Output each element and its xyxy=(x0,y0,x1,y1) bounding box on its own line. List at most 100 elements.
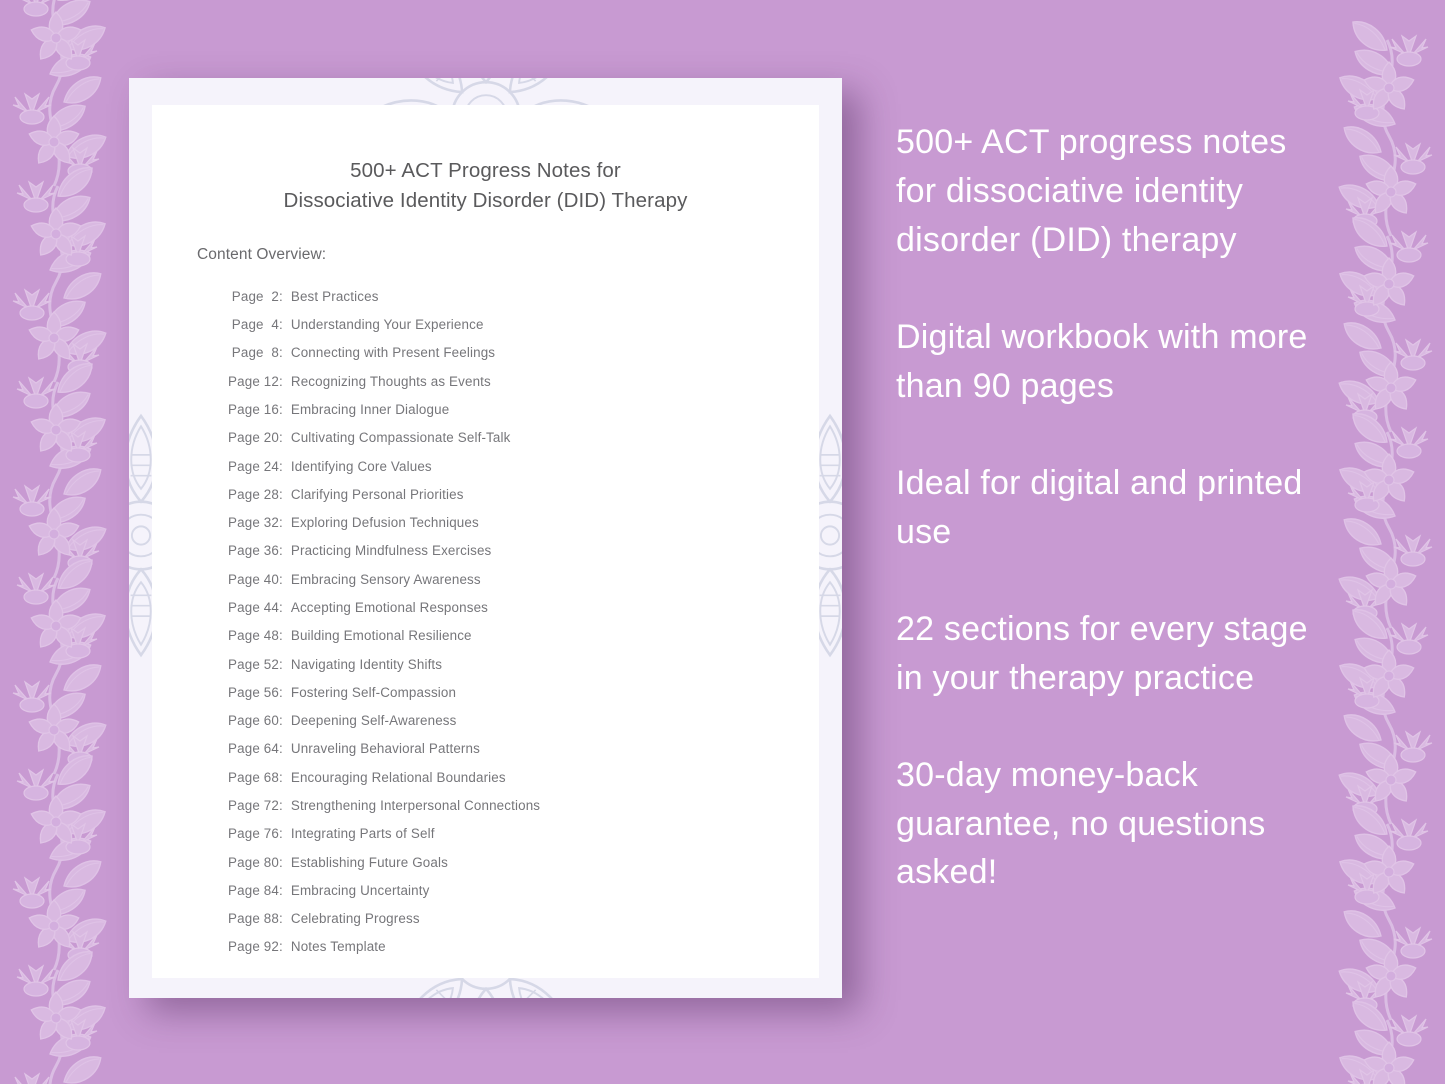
toc-entry-title: Establishing Future Goals xyxy=(290,854,448,870)
toc-entry-page: Page 60 xyxy=(228,713,279,729)
toc-entry: Page 92: Notes Template xyxy=(221,933,819,961)
toc-entry-page: Page 36 xyxy=(228,543,279,559)
toc-entry-page: Page 44 xyxy=(228,599,279,615)
toc-entry: Page 44: Accepting Emotional Responses xyxy=(221,594,819,622)
toc-entry: Page 36: Practicing Mindfulness Exercises xyxy=(221,537,819,565)
content-overview-label: Content Overview: xyxy=(197,246,327,264)
toc-entry-title: Accepting Emotional Responses xyxy=(290,599,489,615)
toc-entry-page: Page 52 xyxy=(228,656,279,672)
toc-entry-page: Page 80 xyxy=(228,854,279,870)
marketing-feature: 22 sections for every stage in your ther… xyxy=(896,609,1308,697)
toc-entry-page: Page 24 xyxy=(228,458,279,474)
toc-entry-title: Embracing Sensory Awareness xyxy=(290,571,481,587)
toc-entry-separator: : xyxy=(279,373,283,389)
toc-entry-page: Page 88 xyxy=(228,911,279,927)
floral-vine-icon xyxy=(1327,0,1445,1084)
toc-entry: Page 24: Identifying Core Values xyxy=(221,452,819,480)
page-title: 500+ ACT Progress Notes for Dissociative… xyxy=(152,105,819,215)
toc-entry-title: Strengthening Interpersonal Connections xyxy=(290,797,541,813)
toc-entry-separator: : xyxy=(279,854,283,870)
toc-entry-page: Page 4 xyxy=(231,317,279,333)
toc-entry-separator: : xyxy=(279,458,283,474)
toc-entry-separator: : xyxy=(279,939,283,955)
toc-entry: Page 52: Navigating Identity Shifts xyxy=(221,650,819,678)
toc-entry: Page 40: Embracing Sensory Awareness xyxy=(221,565,819,593)
toc-entry-page: Page 64 xyxy=(228,741,279,757)
toc-entry: Page 64: Unraveling Behavioral Patterns xyxy=(221,735,819,763)
table-of-contents: Page 2: Best Practices Page 4: Understandin… xyxy=(152,264,819,961)
toc-entry-title: Best Practices xyxy=(290,288,379,304)
toc-entry-page: Page 48 xyxy=(228,628,279,644)
toc-entry: Page 88: Celebrating Progress xyxy=(221,905,819,933)
toc-entry-page: Page 2 xyxy=(231,288,279,304)
toc-entry-title: Clarifying Personal Priorities xyxy=(290,486,464,502)
marketing-feature-list: 500+ ACT progress notes for dissociative… xyxy=(896,118,1320,897)
toc-entry-title: Unraveling Behavioral Patterns xyxy=(290,741,480,757)
toc-entry-title: Notes Template xyxy=(290,939,386,955)
toc-entry-separator: : xyxy=(279,543,283,559)
toc-entry-page: Page 84 xyxy=(228,882,279,898)
toc-entry-separator: : xyxy=(279,882,283,898)
toc-entry-page: Page 92 xyxy=(228,939,279,955)
toc-entry-separator: : xyxy=(279,911,283,927)
toc-entry-page: Page 68 xyxy=(228,769,279,785)
toc-entry-separator: : xyxy=(279,826,283,842)
toc-entry-page: Page 40 xyxy=(228,571,279,587)
toc-entry: Page 16: Embracing Inner Dialogue xyxy=(221,396,819,424)
toc-entry-title: Cultivating Compassionate Self-Talk xyxy=(290,430,511,446)
toc-entry-title: Navigating Identity Shifts xyxy=(290,656,443,672)
toc-entry-separator: : xyxy=(279,797,283,813)
toc-entry-title: Fostering Self-Compassion xyxy=(290,684,457,700)
toc-entry-separator: : xyxy=(279,402,283,417)
toc-entry-separator: : xyxy=(279,713,283,729)
toc-entry-separator: : xyxy=(279,317,283,333)
toc-entry-title: Deepening Self-Awareness xyxy=(290,713,457,729)
toc-entry-title: Building Emotional Resilience xyxy=(290,628,472,644)
toc-entry-page: Page 76 xyxy=(228,826,279,842)
toc-entry-separator: : xyxy=(279,741,283,757)
floral-border-left xyxy=(0,0,118,1084)
toc-entry-title: Understanding Your Experience xyxy=(290,317,484,333)
toc-entry-title: Embracing Inner Dialogue xyxy=(290,402,450,417)
marketing-feature: 500+ ACT progress notes for dissociative… xyxy=(896,123,1287,259)
toc-entry: Page 56: Fostering Self-Compassion xyxy=(221,678,819,706)
document-preview-card: 500+ ACT Progress Notes for Dissociative… xyxy=(129,78,842,998)
toc-entry-title: Connecting with Present Feelings xyxy=(290,345,496,361)
toc-entry: Page 8: Connecting with Present Feelings xyxy=(221,339,819,367)
floral-vine-icon xyxy=(0,0,118,1084)
toc-entry-title: Practicing Mindfulness Exercises xyxy=(290,543,492,559)
toc-entry: Page 4: Understanding Your Experience xyxy=(221,311,819,339)
toc-entry-separator: : xyxy=(279,515,283,531)
toc-entry: Page 28: Clarifying Personal Priorities xyxy=(221,480,819,508)
toc-entry-separator: : xyxy=(279,684,283,700)
toc-entry-title: Celebrating Progress xyxy=(290,911,420,927)
toc-entry-separator: : xyxy=(279,656,283,672)
toc-entry: Page 20: Cultivating Compassionate Self-T… xyxy=(221,424,819,452)
toc-entry: Page 84: Embracing Uncertainty xyxy=(221,876,819,904)
toc-entry-page: Page 20 xyxy=(228,430,279,446)
floral-border-right xyxy=(1327,0,1445,1084)
toc-entry: Page 68: Encouraging Relational Boundarie… xyxy=(221,763,819,791)
document-page: 500+ ACT Progress Notes for Dissociative… xyxy=(152,105,819,978)
page-title-line-1: 500+ ACT Progress Notes for xyxy=(350,159,621,182)
toc-entry-title: Exploring Defusion Techniques xyxy=(290,515,479,531)
toc-entry-separator: : xyxy=(279,599,283,615)
marketing-feature: 30-day money-back guarantee, no question… xyxy=(896,755,1266,892)
toc-entry: Page 12: Recognizing Thoughts as Events xyxy=(221,367,819,395)
toc-entry-page: Page 28 xyxy=(228,486,279,502)
toc-entry-page: Page 16 xyxy=(228,402,279,417)
toc-entry: Page 76: Integrating Parts of Self xyxy=(221,820,819,848)
toc-entry: Page 72: Strengthening Interpersonal Conn… xyxy=(221,792,819,820)
marketing-feature: Ideal for digital and printed use xyxy=(896,463,1303,551)
toc-entry-title: Identifying Core Values xyxy=(290,458,432,474)
toc-entry: Page 32: Exploring Defusion Techniques xyxy=(221,509,819,537)
toc-entry-title: Integrating Parts of Self xyxy=(290,826,435,842)
toc-entry-page: Page 8 xyxy=(231,345,279,361)
toc-entry-page: Page 72 xyxy=(228,797,279,813)
toc-entry-title: Recognizing Thoughts as Events xyxy=(290,373,491,389)
toc-entry-page: Page 32 xyxy=(228,515,279,531)
toc-entry-page: Page 12 xyxy=(228,373,279,389)
toc-entry-separator: : xyxy=(279,486,283,502)
toc-entry-separator: : xyxy=(279,769,283,785)
toc-entry: Page 2: Best Practices xyxy=(221,282,819,310)
